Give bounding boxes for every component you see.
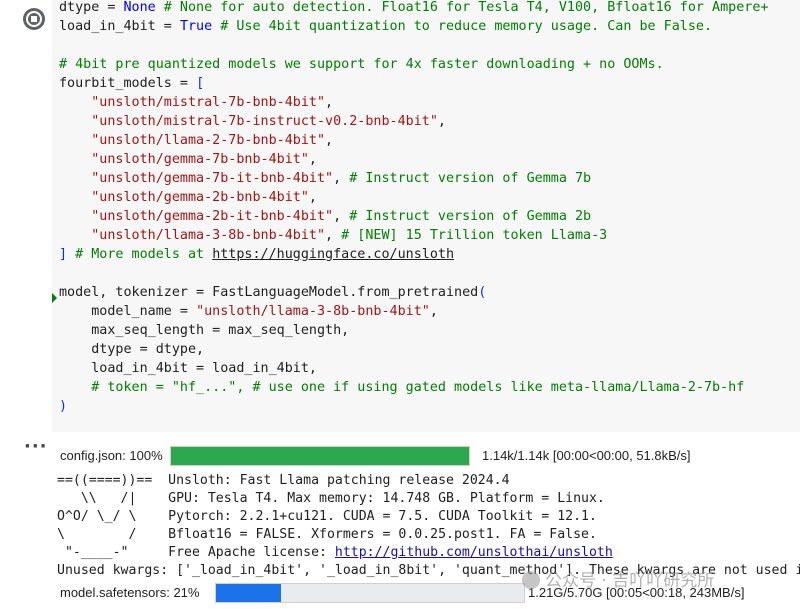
code-token: , (333, 171, 350, 186)
stop-icon (31, 16, 37, 22)
code-link[interactable]: https://huggingface.co/unsloth (212, 247, 454, 262)
code-token: load_in_4bit = load_in_4bit, (59, 361, 317, 376)
code-token: True (179, 19, 213, 34)
code-line: ] # More models at https://huggingface.c… (52, 245, 768, 264)
code-token: # token = "hf_...", # use one if using g… (91, 380, 745, 395)
code-token: load_in_4bit = (59, 19, 180, 34)
log-line: O^O/ \_/ \ Pytorch: 2.2.1+cu121. CUDA = … (57, 509, 597, 524)
code-line: "unsloth/mistral-7b-bnb-4bit", (52, 93, 768, 112)
code-line: ) (52, 397, 768, 416)
code-editor[interactable]: dtype = None # None for auto detection. … (52, 0, 768, 416)
log-line-license: "-____-" Free Apache license: http://git… (57, 544, 800, 562)
code-token: "unsloth/gemma-2b-bnb-4bit" (91, 190, 309, 205)
code-line: load_in_4bit = load_in_4bit, (52, 359, 768, 378)
log-line: \\ /| GPU: Tesla T4. Max memory: 14.748 … (57, 491, 605, 506)
code-token: "unsloth/gemma-2b-it-bnb-4bit" (91, 209, 334, 224)
log-line: \ / Bfloat16 = FALSE. Xformers = 0.0.25.… (57, 527, 597, 542)
code-line: # 4bit pre quantized models we support f… (52, 55, 768, 74)
code-line: dtype = None # None for auto detection. … (52, 0, 768, 17)
code-token: "unsloth/mistral-7b-bnb-4bit" (91, 95, 326, 110)
code-line: "unsloth/gemma-2b-bnb-4bit", (52, 188, 768, 207)
code-line: "unsloth/gemma-7b-bnb-4bit", (52, 150, 768, 169)
code-token: ) (59, 399, 68, 414)
code-line: # token = "hf_...", # use one if using g… (52, 378, 768, 397)
code-token: "unsloth/llama-3-8b-bnb-4bit" (196, 304, 430, 319)
progress-label: config.json: 100% (60, 448, 163, 463)
code-line: model_name = "unsloth/llama-3-8b-bnb-4bi… (52, 302, 768, 321)
code-line: "unsloth/llama-3-8b-bnb-4bit", # [NEW] 1… (52, 226, 768, 245)
current-line-marker-icon (52, 293, 57, 303)
code-token: "unsloth/llama-2-7b-bnb-4bit" (91, 133, 326, 148)
code-token: # Instruct version of Gemma 7b (349, 171, 592, 186)
progress-bar (215, 583, 525, 603)
code-token: , (437, 114, 446, 129)
progress-label: model.safetensors: 21% (60, 585, 200, 600)
code-token: model, tokenizer = FastLanguageModel.fro… (59, 285, 479, 300)
code-cell[interactable]: dtype = None # None for auto detection. … (52, 0, 800, 432)
code-token: # Instruct version of Gemma 2b (349, 209, 592, 224)
watermark: 公众号 · 吉吖吖研究所 (522, 566, 714, 591)
code-token: # 4bit pre quantized models we support f… (59, 57, 664, 72)
log-line: ==((====))== Unsloth: Fast Llama patchin… (57, 473, 510, 488)
code-token: dtype = (59, 0, 124, 15)
code-line: load_in_4bit = True # Use 4bit quantizat… (52, 17, 768, 36)
code-token: , (333, 209, 350, 224)
code-line: fourbit_models = [ (52, 74, 768, 93)
code-token: max_seq_length = max_seq_length, (59, 323, 350, 338)
code-line: "unsloth/gemma-2b-it-bnb-4bit", # Instru… (52, 207, 768, 226)
progress-fill (171, 447, 469, 465)
code-token: [ (196, 76, 205, 91)
code-line: "unsloth/mistral-7b-instruct-v0.2-bnb-4b… (52, 112, 768, 131)
code-token: "unsloth/mistral-7b-instruct-v0.2-bnb-4b… (91, 114, 438, 129)
log-line: "-____-" Free Apache license: (57, 545, 335, 560)
output-menu-icon[interactable]: ··· (24, 438, 48, 456)
progress-fill (216, 584, 281, 602)
progress-bar (170, 446, 470, 466)
watermark-text: 公众号 · 吉吖吖研究所 (545, 571, 715, 591)
code-line: dtype = dtype, (52, 340, 768, 359)
code-token: , (429, 304, 438, 319)
code-line: "unsloth/llama-2-7b-bnb-4bit", (52, 131, 768, 150)
code-token: , (308, 152, 317, 167)
log-output: ==((====))== Unsloth: Fast Llama patchin… (57, 472, 800, 580)
code-token: "unsloth/llama-3-8b-bnb-4bit" (91, 228, 326, 243)
code-token: , (325, 95, 334, 110)
code-token: , (308, 190, 317, 205)
code-token: dtype = dtype, (59, 342, 205, 357)
code-token: # None for auto detection. Float16 for T… (155, 0, 769, 15)
code-line: max_seq_length = max_seq_length, (52, 321, 768, 340)
stop-cell-button[interactable] (23, 8, 45, 30)
code-token: "unsloth/gemma-7b-bnb-4bit" (91, 152, 309, 167)
code-token: # [NEW] 15 Trillion token Llama-3 (341, 228, 608, 243)
code-line: "unsloth/gemma-7b-it-bnb-4bit", # Instru… (52, 169, 768, 188)
code-token: fourbit_models = (59, 76, 197, 91)
code-token: , (325, 228, 342, 243)
code-token: None (123, 0, 156, 15)
code-token: # Use 4bit quantization to reduce memory… (212, 19, 713, 34)
code-line: model, tokenizer = FastLanguageModel.fro… (52, 283, 768, 302)
code-token: model_name = (59, 304, 197, 319)
license-link[interactable]: http://github.com/unslothai/unsloth (335, 545, 613, 560)
cell-gutter (0, 0, 52, 432)
progress-stats: 1.14k/1.14k [00:00<00:00, 51.8kB/s] (482, 448, 691, 463)
code-token: # More models at (67, 247, 213, 262)
code-token: ] (59, 247, 68, 262)
wechat-icon (522, 571, 540, 589)
code-token: , (325, 133, 334, 148)
code-token: ( (478, 285, 487, 300)
code-token: "unsloth/gemma-7b-it-bnb-4bit" (91, 171, 334, 186)
